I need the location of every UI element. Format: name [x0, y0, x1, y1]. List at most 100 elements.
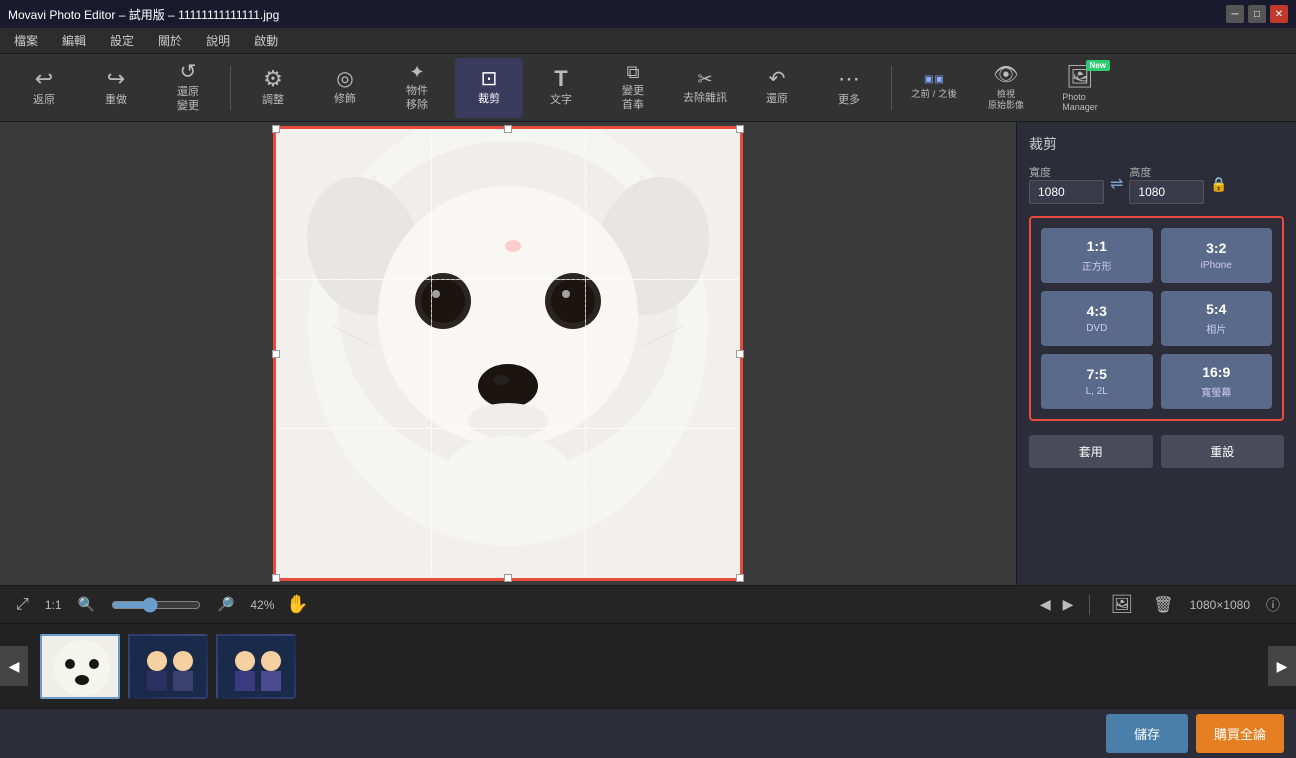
adjust-label: 調整	[262, 94, 284, 107]
ratio-16-9-button[interactable]: 16:9 寬螢幕	[1161, 354, 1273, 409]
menu-settings[interactable]: 設定	[106, 30, 138, 51]
undo-label: 返原	[33, 94, 55, 107]
adjust-icon: ⚙	[263, 68, 283, 90]
width-label: 寬度	[1029, 164, 1104, 180]
text-label: 文字	[550, 94, 572, 107]
more-label: 更多	[838, 94, 860, 107]
hand-tool-icon[interactable]: ✋	[286, 594, 308, 615]
next-image-button[interactable]: ▶	[1063, 596, 1074, 613]
restore2-button[interactable]: ↶ 還原	[743, 58, 811, 118]
swap-icon[interactable]: ⇌	[1110, 174, 1123, 194]
width-input[interactable]	[1029, 180, 1104, 204]
height-label: 高度	[1129, 164, 1204, 180]
title-bar-left: Movavi Photo Editor – 試用版 – 111111111111…	[8, 6, 279, 23]
filmstrip-view-button[interactable]: 🖼	[1106, 592, 1137, 617]
menu-bar: 檔案 編輯 設定 關於 說明 啟動	[0, 28, 1296, 54]
menu-activate[interactable]: 啟動	[250, 30, 282, 51]
crop-label: 裁剪	[478, 93, 500, 106]
apply-button[interactable]: 套用	[1029, 435, 1153, 468]
ratio-7-5-button[interactable]: 7:5 L, 2L	[1041, 354, 1153, 409]
ratio-1-1-name: 正方形	[1082, 258, 1112, 273]
before-after-button[interactable]: ▣▣ 之前 / 之後	[900, 58, 968, 118]
reset-button[interactable]: 重設	[1161, 435, 1285, 468]
transform-button[interactable]: ⧉ 變更首奉	[599, 58, 667, 118]
crop-icon: ⊡	[481, 69, 498, 89]
app-title: Movavi Photo Editor – 試用版 – 111111111111…	[8, 6, 279, 23]
zoom-out-button[interactable]: 🔍	[74, 594, 99, 615]
ratio-4-3-button[interactable]: 4:3 DVD	[1041, 291, 1153, 346]
ratio-1-1-button[interactable]: 1:1 正方形	[1041, 228, 1153, 283]
photo-manager-label: PhotoManager	[1062, 92, 1098, 112]
height-input[interactable]	[1129, 180, 1204, 204]
ratio-5-4-value: 5:4	[1206, 301, 1226, 317]
menu-help[interactable]: 說明	[202, 30, 234, 51]
ratio-5-4-button[interactable]: 5:4 相片	[1161, 291, 1273, 346]
denoise-icon: ✂	[697, 70, 712, 88]
menu-about[interactable]: 關於	[154, 30, 186, 51]
filmstrip-item-2[interactable]	[128, 634, 208, 699]
restore-button[interactable]: ↺ 還原變更	[154, 58, 222, 118]
undo-icon: ↩	[35, 68, 53, 90]
undo-button[interactable]: ↩ 返原	[10, 58, 78, 118]
crop-button[interactable]: ⊡ 裁剪	[455, 58, 523, 118]
more-button[interactable]: ⋯ 更多	[815, 58, 883, 118]
prev-image-button[interactable]: ◀	[1040, 596, 1051, 613]
canvas-area[interactable]	[0, 122, 1016, 585]
text-button[interactable]: T 文字	[527, 58, 595, 118]
title-bar-controls[interactable]: ─ □ ✕	[1226, 5, 1288, 23]
ratio-1-1-value: 1:1	[1087, 238, 1107, 254]
minimize-button[interactable]: ─	[1226, 5, 1244, 23]
erase-button[interactable]: ✦ 物件移除	[383, 58, 451, 118]
erase-label: 物件移除	[406, 85, 428, 111]
retouch-button[interactable]: ◎ 修飾	[311, 58, 379, 118]
ratio-16-9-name: 寬螢幕	[1201, 384, 1231, 399]
adjust-button[interactable]: ⚙ 調整	[239, 58, 307, 118]
text-icon: T	[554, 68, 567, 90]
new-badge: New	[1086, 60, 1110, 71]
right-panel: 裁剪 寬度 ⇌ 高度 🔒 1:1 正方形 3:2 iPhone	[1016, 122, 1296, 585]
ratio-7-5-value: 7:5	[1087, 366, 1107, 382]
bottom-bar: 儲存 購買全論	[0, 708, 1296, 758]
toolbar: ↩ 返原 ↪ 重做 ↺ 還原變更 ⚙ 調整 ◎ 修飾 ✦ 物件移除 ⊡ 裁剪 T…	[0, 54, 1296, 122]
fit-screen-button[interactable]: ⤢	[12, 594, 33, 616]
close-button[interactable]: ✕	[1270, 5, 1288, 23]
photo-manager-button[interactable]: New 🖼 PhotoManager	[1044, 58, 1116, 118]
restore-icon: ↺	[180, 62, 197, 82]
ratio-3-2-name: iPhone	[1201, 260, 1232, 271]
menu-file[interactable]: 檔案	[10, 30, 42, 51]
save-button[interactable]: 儲存	[1106, 714, 1188, 753]
zoom-percent: 42%	[250, 598, 274, 612]
ratio-4-3-name: DVD	[1086, 323, 1107, 334]
redo-icon: ↪	[107, 68, 125, 90]
info-button[interactable]: ⓘ	[1262, 593, 1284, 617]
panel-title: 裁剪	[1029, 134, 1284, 154]
retouch-icon: ◎	[336, 69, 353, 89]
menu-edit[interactable]: 編輯	[58, 30, 90, 51]
filmstrip-next-button[interactable]: ▶	[1268, 646, 1296, 686]
buy-button[interactable]: 購買全論	[1196, 714, 1284, 753]
filmstrip-item-3[interactable]	[216, 634, 296, 699]
erase-icon: ✦	[409, 63, 424, 81]
filmstrip-prev-button[interactable]: ◀	[0, 646, 28, 686]
before-after-label: 之前 / 之後	[911, 89, 957, 100]
panel-actions: 套用 重設	[1029, 435, 1284, 468]
retouch-label: 修飾	[334, 93, 356, 106]
photo-canvas[interactable]	[273, 126, 743, 581]
filmstrip-item-1[interactable]	[40, 634, 120, 699]
toolbar-separator-1	[230, 66, 231, 110]
ratio-4-3-value: 4:3	[1087, 303, 1107, 319]
zoom-slider[interactable]	[111, 597, 201, 613]
denoise-label: 去除雜訊	[683, 92, 727, 105]
before-after-icon: ▣▣	[924, 74, 944, 85]
redo-button[interactable]: ↪ 重做	[82, 58, 150, 118]
maximize-button[interactable]: □	[1248, 5, 1266, 23]
toolbar-separator-2	[891, 66, 892, 110]
ratio-3-2-button[interactable]: 3:2 iPhone	[1161, 228, 1273, 283]
lock-icon[interactable]: 🔒	[1210, 176, 1227, 193]
zoom-in-button[interactable]: 🔎	[213, 594, 238, 615]
delete-button[interactable]: 🗑	[1149, 593, 1177, 617]
more-icon: ⋯	[838, 68, 860, 90]
denoise-button[interactable]: ✂ 去除雜訊	[671, 58, 739, 118]
original-button[interactable]: 👁 檢視原始影像	[972, 58, 1040, 118]
restore-label: 還原變更	[177, 86, 199, 112]
